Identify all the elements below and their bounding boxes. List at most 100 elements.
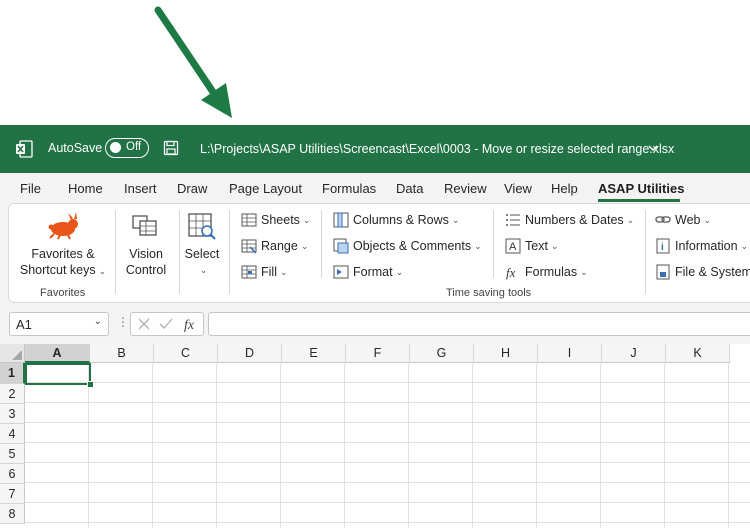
row-header-8[interactable]: 8	[0, 504, 25, 524]
svg-text:fx: fx	[184, 318, 195, 332]
fill-icon	[241, 265, 257, 279]
name-box-value: A1	[16, 317, 32, 332]
tab-data[interactable]: Data	[396, 181, 423, 196]
text-icon: A	[505, 238, 521, 254]
fill-label: Fill	[261, 265, 277, 279]
column-header-i[interactable]: I	[538, 344, 602, 363]
formulas-button[interactable]: fx Formulas ⌄	[505, 264, 588, 280]
tab-draw[interactable]: Draw	[177, 181, 207, 196]
file-system-button[interactable]: File & System	[655, 264, 750, 280]
format-label: Format	[353, 265, 393, 279]
active-cell-a1[interactable]	[25, 363, 91, 385]
autosave-toggle[interactable]: Off	[105, 138, 149, 158]
tab-review[interactable]: Review	[444, 181, 487, 196]
file-system-icon	[656, 264, 670, 280]
numbers-dates-label: Numbers & Dates	[525, 213, 624, 227]
tab-help[interactable]: Help	[551, 181, 578, 196]
tab-page-layout[interactable]: Page Layout	[229, 181, 302, 196]
select-icon	[188, 213, 216, 240]
tab-home[interactable]: Home	[68, 181, 103, 196]
cell-area[interactable]	[25, 363, 750, 528]
ribbon: Favorites & Shortcut keys ⌄ Favorites Vis…	[8, 203, 750, 303]
formula-buttons: fx	[130, 312, 204, 336]
formula-input[interactable]	[208, 312, 750, 336]
time-saving-group-label: Time saving tools	[446, 287, 532, 299]
web-button[interactable]: Web ⌄	[655, 212, 711, 228]
column-header-g[interactable]: G	[410, 344, 474, 363]
information-label: Information	[675, 239, 738, 253]
row-header-4[interactable]: 4	[0, 424, 25, 444]
vision-control-button[interactable]: Vision Control	[117, 246, 175, 278]
numbers-dates-icon	[506, 214, 520, 226]
row-header-3[interactable]: 3	[0, 404, 25, 424]
objects-comments-label: Objects & Comments	[353, 239, 472, 253]
column-header-a[interactable]: A	[25, 344, 90, 363]
information-icon: i	[656, 238, 670, 254]
file-path[interactable]: L:\Projects\ASAP Utilities\Screencast\Ex…	[200, 142, 674, 156]
select-label: Select	[184, 247, 220, 261]
columns-rows-button[interactable]: Columns & Rows ⌄	[333, 212, 459, 228]
column-header-h[interactable]: H	[474, 344, 538, 363]
information-button[interactable]: i Information ⌄	[655, 238, 748, 254]
autosave-state: Off	[126, 141, 142, 153]
format-button[interactable]: Format ⌄	[333, 264, 403, 280]
svg-text:i: i	[661, 242, 664, 253]
favorites-label-2: Shortcut keys ⌄	[19, 263, 107, 277]
tab-asap-utilities[interactable]: ASAP Utilities	[598, 181, 684, 196]
ribbon-separator	[115, 210, 116, 294]
row-header-2[interactable]: 2	[0, 384, 25, 404]
select-button[interactable]: Select ⌄	[181, 246, 223, 278]
row-header-1[interactable]: 1	[0, 363, 25, 384]
column-header-e[interactable]: E	[282, 344, 346, 363]
tab-view[interactable]: View	[504, 181, 532, 196]
column-header-j[interactable]: J	[602, 344, 666, 363]
objects-comments-button[interactable]: Objects & Comments ⌄	[333, 238, 482, 254]
enter-check-icon[interactable]	[159, 318, 173, 330]
row-header-5[interactable]: 5	[0, 444, 25, 464]
menu-bar: File Home Insert Draw Page Layout Formul…	[0, 173, 750, 205]
web-label: Web	[675, 213, 701, 227]
annotation-arrow	[154, 6, 232, 118]
toggle-knob	[110, 142, 121, 153]
tab-insert[interactable]: Insert	[124, 181, 157, 196]
chevron-down-icon[interactable]: ⌄	[94, 316, 102, 327]
vision-label-1: Vision	[129, 247, 163, 261]
formula-bar-grip-icon[interactable]: ⋮	[117, 315, 129, 329]
active-tab-indicator	[598, 199, 680, 202]
file-system-label: File & System	[675, 265, 750, 279]
cancel-icon[interactable]	[138, 318, 150, 330]
ribbon-separator	[645, 210, 646, 294]
svg-text:A: A	[509, 241, 517, 253]
column-header-c[interactable]: C	[154, 344, 218, 363]
name-box[interactable]: A1 ⌄	[9, 312, 109, 336]
fx-icon: fx	[506, 265, 516, 280]
fill-button[interactable]: Fill ⌄	[241, 264, 288, 280]
ribbon-separator	[493, 210, 494, 278]
row-header-6[interactable]: 6	[0, 464, 25, 484]
vision-control-icon	[132, 215, 157, 236]
select-all-corner[interactable]	[0, 344, 25, 363]
column-header-d[interactable]: D	[218, 344, 282, 363]
save-icon[interactable]	[163, 140, 179, 156]
favorites-button[interactable]: Favorites & Shortcut keys ⌄	[19, 246, 107, 279]
columns-rows-label: Columns & Rows	[353, 213, 449, 227]
column-header-k[interactable]: K	[666, 344, 730, 363]
tab-formulas[interactable]: Formulas	[322, 181, 376, 196]
favorites-group-label: Favorites	[40, 287, 86, 299]
insert-function-icon[interactable]: fx	[183, 316, 201, 332]
tab-file[interactable]: File	[20, 181, 41, 196]
favorites-label-1: Favorites &	[31, 247, 95, 261]
numbers-dates-button[interactable]: Numbers & Dates ⌄	[505, 212, 634, 228]
formulas-label: Formulas	[525, 265, 578, 279]
row-header-7[interactable]: 7	[0, 484, 25, 504]
sheets-button[interactable]: Sheets ⌄	[241, 212, 310, 228]
column-header-b[interactable]: B	[90, 344, 154, 363]
objects-comments-icon	[333, 238, 349, 254]
fill-handle[interactable]	[87, 381, 94, 388]
column-header-f[interactable]: F	[346, 344, 410, 363]
chevron-down-icon[interactable]	[648, 143, 658, 153]
text-button[interactable]: A Text ⌄	[505, 238, 558, 254]
ribbon-separator	[229, 210, 230, 294]
range-button[interactable]: Range ⌄	[241, 238, 308, 254]
web-link-icon	[655, 216, 671, 223]
